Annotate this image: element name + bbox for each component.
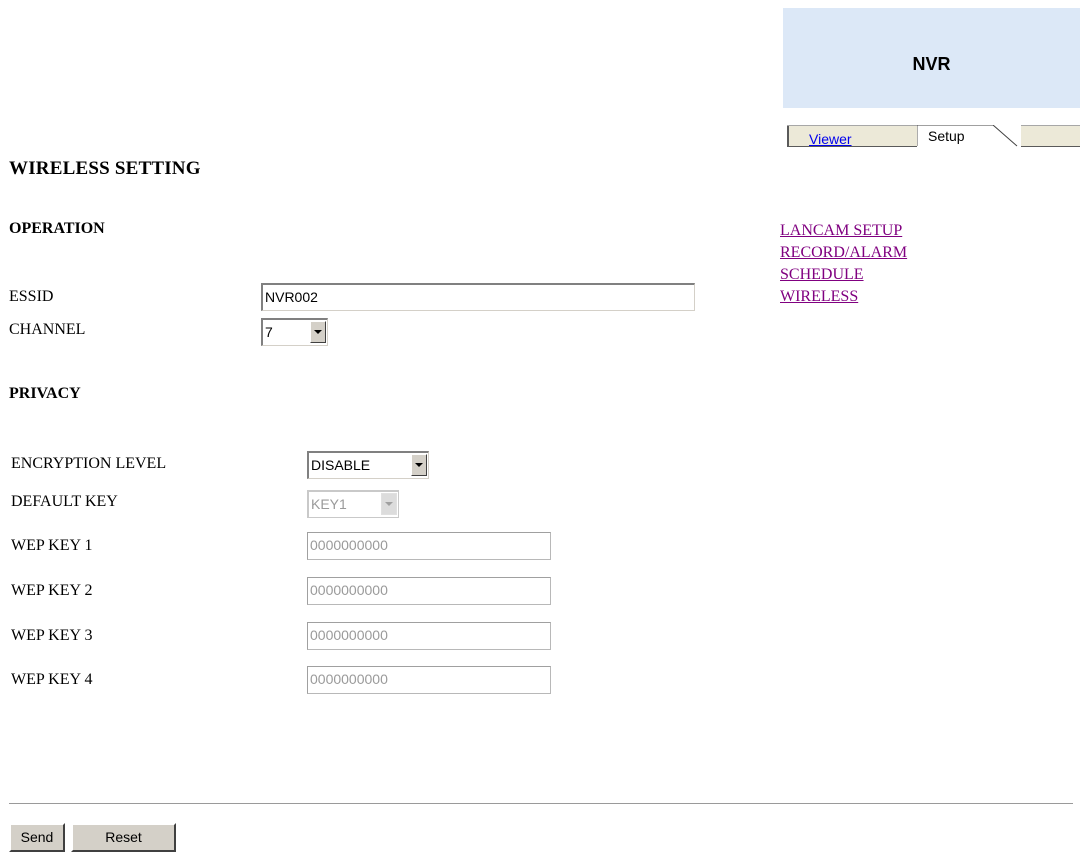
- wep-key-4-value: 0000000000: [310, 671, 388, 687]
- tab-setup[interactable]: Setup: [917, 125, 1021, 147]
- default-key-label: DEFAULT KEY: [11, 493, 118, 510]
- wep-key-1-value: 0000000000: [310, 537, 388, 553]
- essid-value: NVR002: [265, 289, 318, 305]
- privacy-heading: PRIVACY: [9, 385, 81, 402]
- wep-key-2-value: 0000000000: [310, 582, 388, 598]
- wep-key-2-label: WEP KEY 2: [11, 582, 93, 599]
- encryption-level-value: DISABLE: [311, 457, 371, 473]
- tab-viewer-label[interactable]: Viewer: [809, 131, 852, 147]
- setup-nav: LANCAM SETUP RECORD/ALARM SCHEDULE WIREL…: [780, 220, 907, 308]
- wep-key-1-input[interactable]: 0000000000: [307, 532, 551, 560]
- tab-viewer[interactable]: Viewer: [787, 126, 917, 147]
- default-key-dropdown-button[interactable]: [381, 493, 397, 515]
- send-button[interactable]: Send: [9, 823, 65, 852]
- encryption-level-label: ENCRYPTION LEVEL: [11, 455, 167, 472]
- encryption-level-select[interactable]: DISABLE: [307, 451, 429, 479]
- nav-link-schedule[interactable]: SCHEDULE: [780, 264, 907, 286]
- chevron-down-icon: [385, 502, 393, 506]
- page-title: WIRELESS SETTING: [9, 158, 201, 179]
- nav-link-lancam-setup[interactable]: LANCAM SETUP: [780, 220, 907, 242]
- wep-key-1-label: WEP KEY 1: [11, 537, 93, 554]
- reset-button[interactable]: Reset: [71, 823, 176, 852]
- chevron-down-icon: [314, 330, 322, 334]
- essid-input[interactable]: NVR002: [261, 283, 695, 311]
- channel-value: 7: [265, 324, 273, 340]
- wep-key-4-input[interactable]: 0000000000: [307, 666, 551, 694]
- wep-key-3-input[interactable]: 0000000000: [307, 622, 551, 650]
- wep-key-3-label: WEP KEY 3: [11, 627, 93, 644]
- operation-heading: OPERATION: [9, 220, 105, 237]
- wep-key-2-input[interactable]: 0000000000: [307, 577, 551, 605]
- default-key-value: KEY1: [311, 496, 347, 512]
- default-key-select[interactable]: KEY1: [307, 490, 399, 518]
- brand-title: NVR: [912, 54, 951, 74]
- wep-key-3-value: 0000000000: [310, 627, 388, 643]
- nav-link-wireless[interactable]: WIRELESS: [780, 286, 907, 308]
- channel-label: CHANNEL: [9, 321, 86, 338]
- brand-header: NVR: [783, 8, 1080, 108]
- essid-label: ESSID: [9, 288, 54, 305]
- chevron-down-icon: [415, 463, 423, 467]
- tab-strip: Viewer Setup: [787, 125, 1080, 147]
- tab-setup-label: Setup: [928, 128, 965, 144]
- channel-dropdown-button[interactable]: [310, 321, 326, 343]
- nav-link-record-alarm[interactable]: RECORD/ALARM: [780, 242, 907, 264]
- wep-key-4-label: WEP KEY 4: [11, 671, 93, 688]
- channel-select[interactable]: 7: [261, 318, 328, 346]
- encryption-dropdown-button[interactable]: [411, 454, 427, 476]
- footer-divider: [9, 803, 1073, 805]
